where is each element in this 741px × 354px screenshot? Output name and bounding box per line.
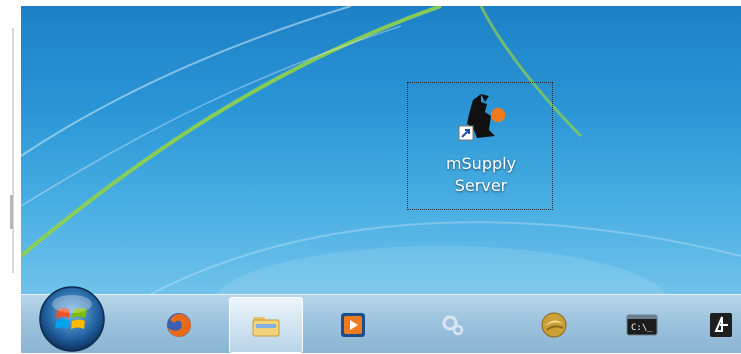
partial-app-icon — [710, 313, 732, 337]
gears-icon — [442, 315, 464, 336]
firefox-icon — [167, 313, 191, 337]
shortcut-label-line2: Server — [454, 176, 508, 195]
shortcut-label-line1: mSupply — [445, 154, 517, 173]
msupply-server-shortcut[interactable]: mSupply Server — [407, 82, 553, 210]
taskbar-item-gold-app[interactable] — [517, 297, 591, 353]
taskbar-item-settings[interactable] — [416, 297, 490, 353]
gold-orb-icon — [541, 312, 567, 338]
msupply-server-shortcut-icon — [458, 94, 505, 141]
taskbar-item-command-prompt[interactable]: C:\_ — [605, 297, 679, 353]
cmd-icon-text: C:\_ — [631, 323, 653, 333]
shortcut-label: mSupply Server — [408, 153, 554, 197]
taskbar-item-firefox[interactable] — [142, 297, 216, 353]
edge-line — [12, 28, 14, 273]
wallpaper-swirl — [21, 6, 741, 294]
windows-start-orb-icon[interactable] — [37, 284, 107, 354]
taskbar: C:\_ — [21, 286, 741, 353]
folder-icon — [252, 317, 280, 337]
taskbar-item-explorer[interactable] — [229, 297, 303, 353]
play-icon — [341, 313, 365, 337]
edge-mark — [10, 195, 13, 229]
cmd-icon: C:\_ — [626, 314, 658, 336]
taskbar-item-partial[interactable] — [701, 297, 741, 353]
desktop[interactable]: mSupply Server — [21, 6, 741, 294]
taskbar-item-media-player[interactable] — [316, 297, 390, 353]
left-edge — [0, 0, 21, 353]
